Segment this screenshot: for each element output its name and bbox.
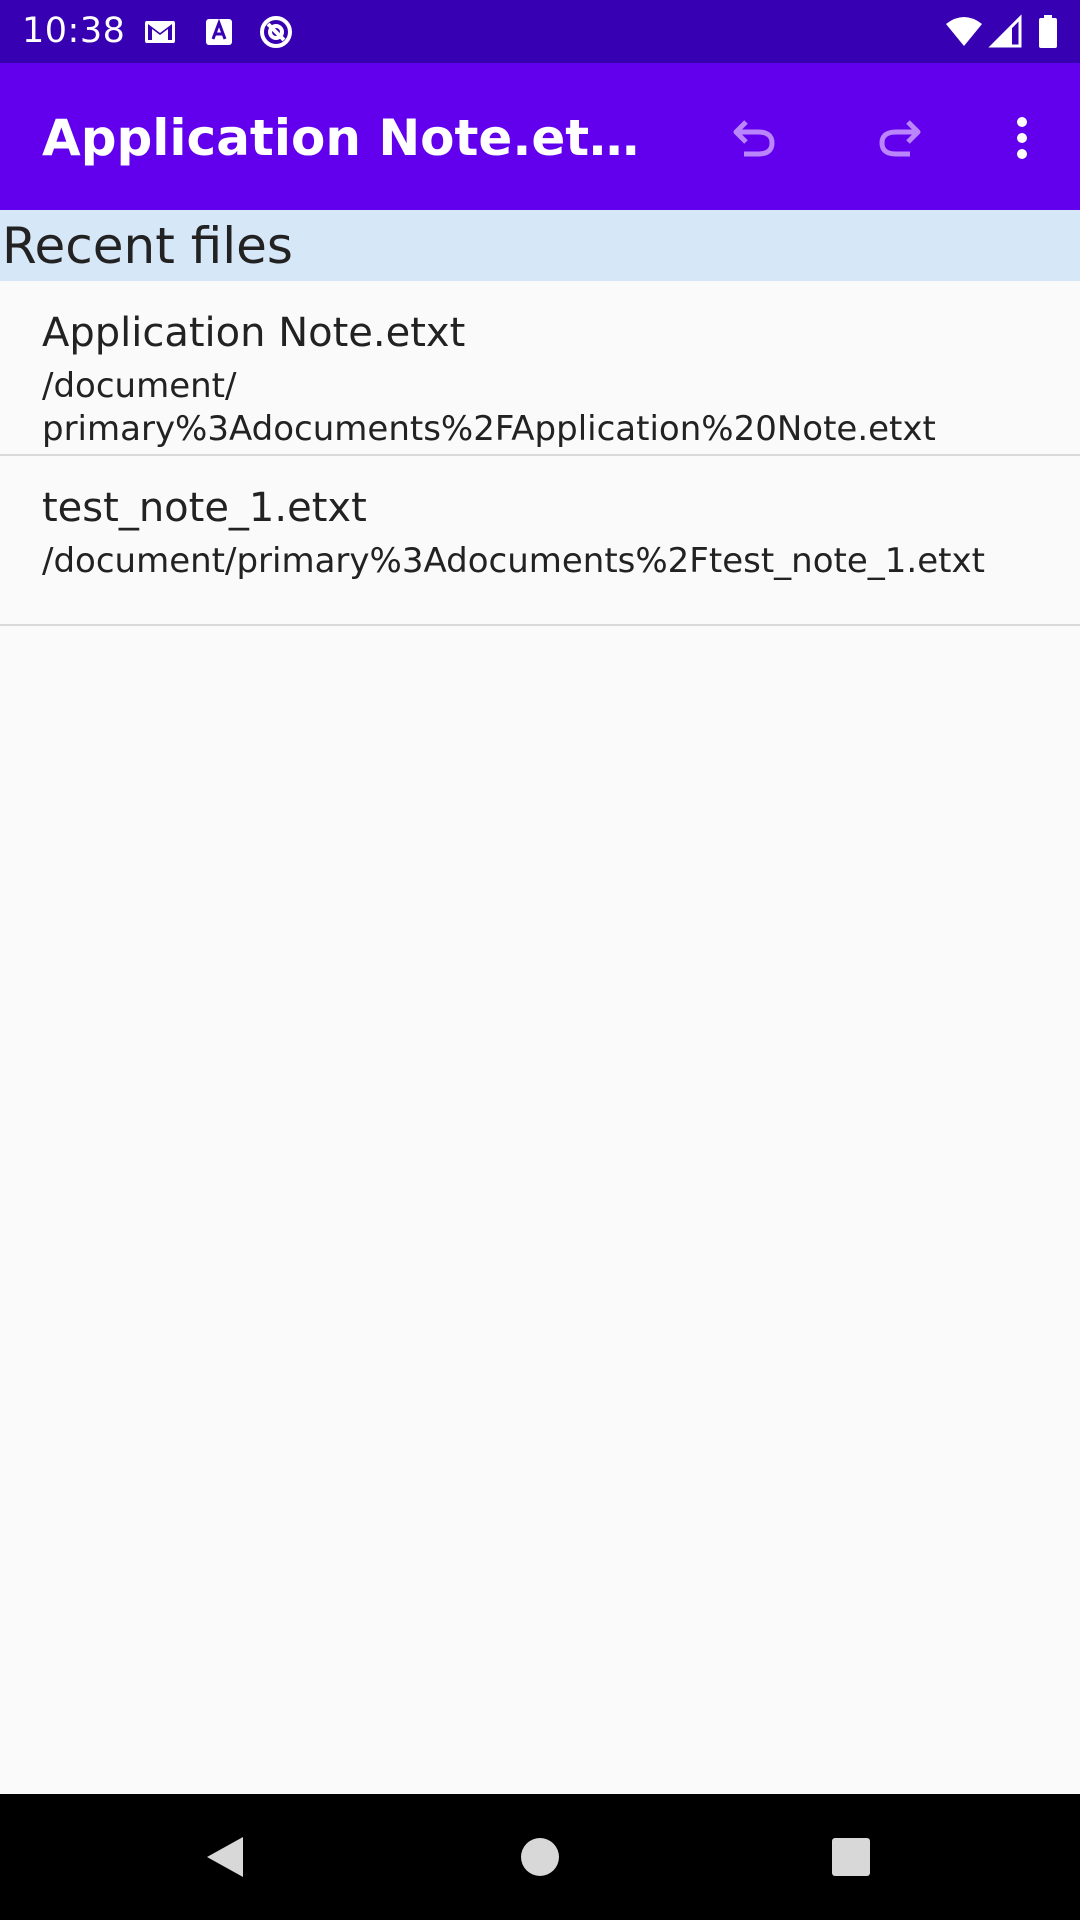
recent-file-item[interactable]: Application Note.etxt /document/ primary… [0,281,1080,456]
recent-file-item[interactable]: test_note_1.etxt /document/primary%3Adoc… [0,456,1080,626]
back-icon [207,1837,243,1877]
status-time: 10:38 [22,11,126,51]
screen: 10:38 Application Note.etxt Recent files… [0,0,1080,1920]
file-path-line: /document/primary%3Adocuments%2Ftest_not… [42,541,985,581]
redo-button[interactable] [864,102,936,174]
at-sign-icon [258,14,294,50]
battery-icon [1036,14,1060,50]
recents-icon [832,1838,870,1876]
file-path-line: primary%3Adocuments%2FApplication%20Note… [42,409,936,449]
wifi-icon [944,14,984,50]
status-bar: 10:38 [0,0,1080,63]
navigation-bar [0,1794,1080,1920]
gmail-icon [142,14,178,50]
recents-button[interactable] [812,1818,890,1896]
more-options-button[interactable] [986,102,1058,174]
redo-icon [879,120,921,157]
home-icon [521,1838,559,1876]
undo-icon [733,120,775,157]
home-button[interactable] [501,1818,579,1896]
cellular-signal-icon [988,14,1024,50]
undo-button[interactable] [718,102,790,174]
file-name: test_note_1.etxt [42,485,367,531]
recent-files-header: Recent files [0,210,1080,281]
file-path-line: /document/ [42,366,237,406]
back-button[interactable] [186,1818,264,1896]
font-a-icon [201,14,237,50]
more-vert-icon [1017,117,1027,159]
file-name: Application Note.etxt [42,310,466,356]
app-title: Application Note.etxt - Y... [42,109,662,167]
app-bar: Application Note.etxt - Y... [0,63,1080,210]
recent-files-label: Recent files [2,217,293,275]
